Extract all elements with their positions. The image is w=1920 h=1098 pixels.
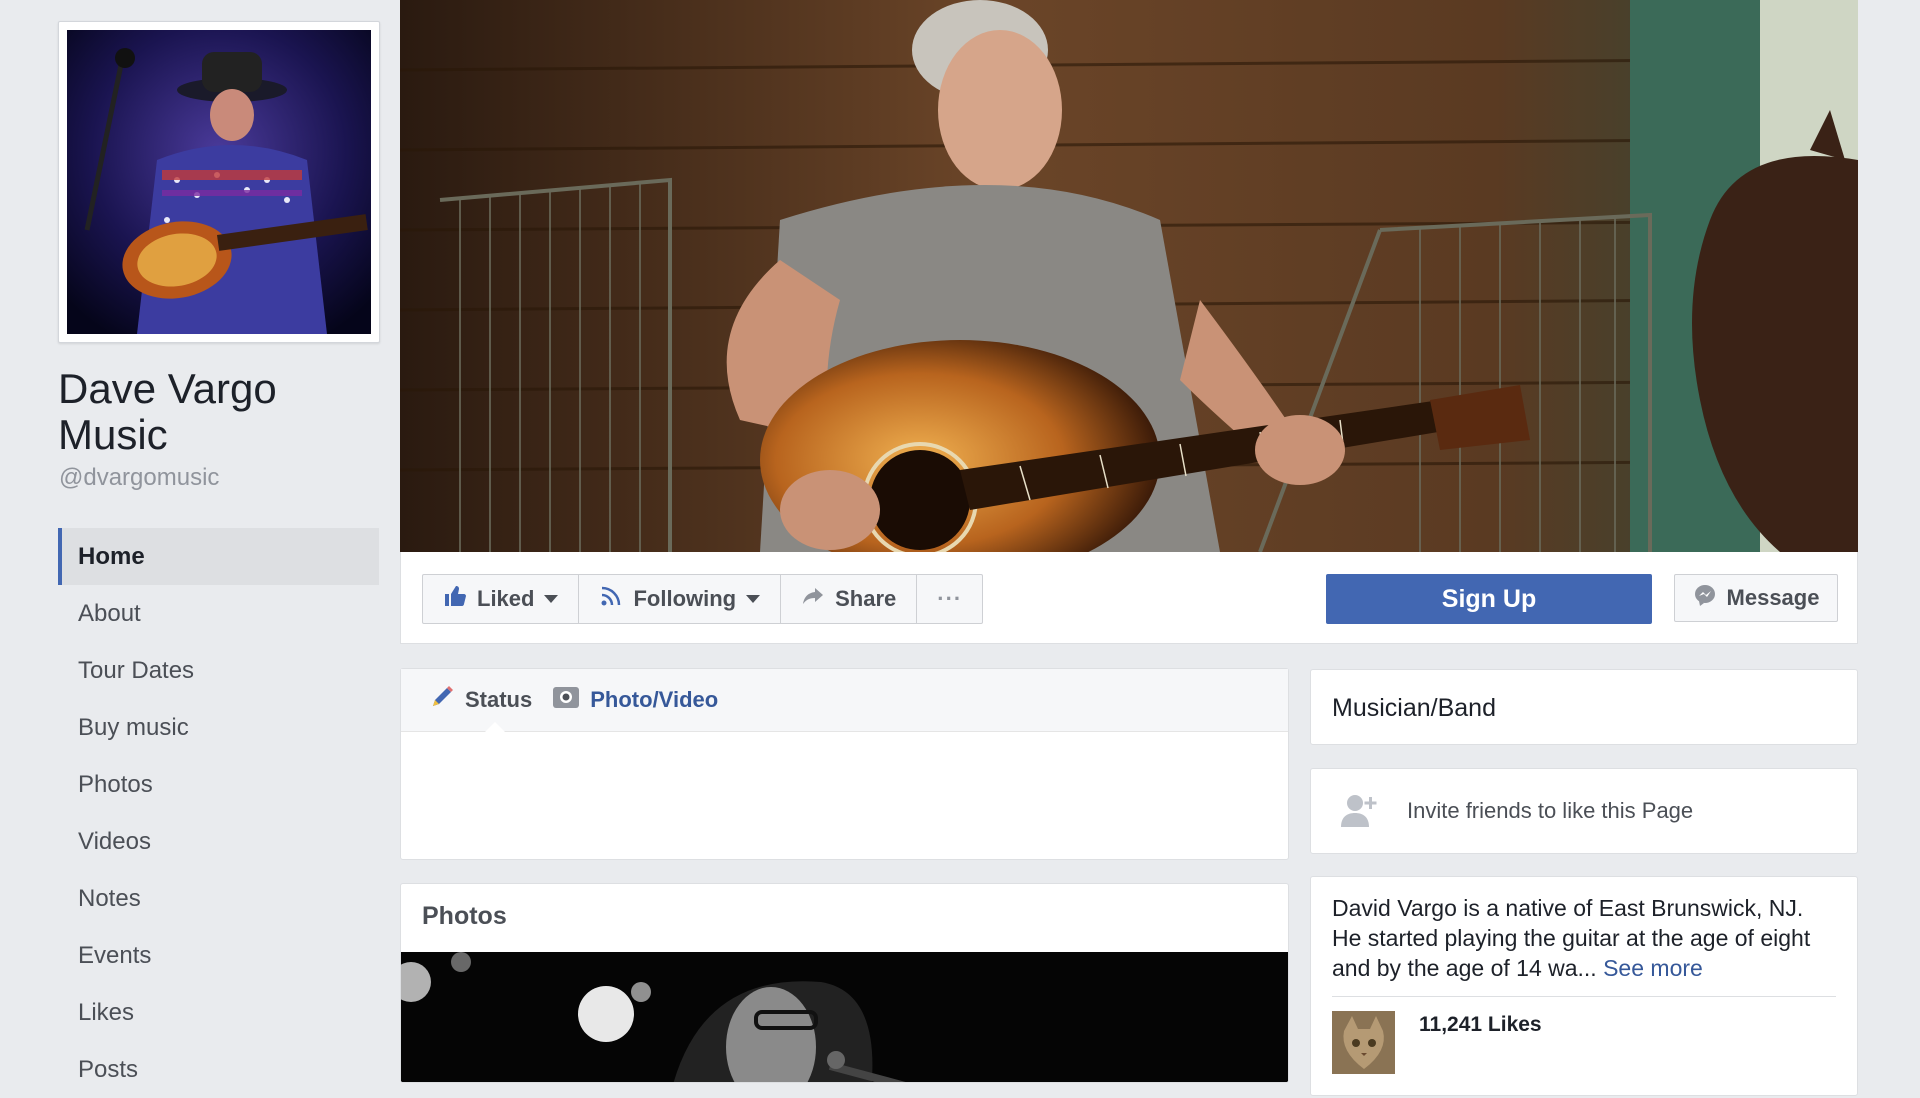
share-arrow-icon (801, 584, 825, 614)
profile-picture[interactable] (67, 30, 371, 334)
photos-section: Photos (400, 883, 1289, 1083)
chevron-down-icon (746, 595, 761, 603)
see-more-link[interactable]: See more (1603, 955, 1703, 981)
photos-preview-image[interactable] (401, 952, 1288, 1082)
photos-section-title[interactable]: Photos (422, 902, 507, 931)
invite-card[interactable]: Invite friends to like this Page (1310, 768, 1858, 854)
composer-tabs: Status Photo/Video (401, 669, 1288, 732)
messenger-icon (1693, 583, 1717, 613)
liked-label: Liked (477, 586, 535, 611)
sidebar-item-home[interactable]: Home (58, 528, 379, 585)
more-dots-icon: ··· (937, 586, 963, 611)
sidebar-nav: Home About Tour Dates Buy music Photos V… (58, 528, 379, 1098)
sidebar-item-photos[interactable]: Photos (58, 756, 379, 813)
sign-up-button[interactable]: Sign Up (1326, 574, 1652, 624)
page-category[interactable]: Musician/Band (1332, 694, 1496, 723)
camera-icon (552, 684, 580, 716)
likes-count: 11,241 Likes (1419, 1013, 1542, 1036)
sign-up-label: Sign Up (1441, 584, 1537, 613)
status-tab-label: Status (465, 687, 533, 712)
about-text: David Vargo is a native of East Brunswic… (1332, 895, 1811, 981)
sidebar-item-tour-dates[interactable]: Tour Dates (58, 642, 379, 699)
likes-thumbnail[interactable] (1332, 1011, 1395, 1074)
sidebar-item-posts[interactable]: Posts (58, 1041, 379, 1098)
message-label: Message (1726, 585, 1820, 610)
active-tab-indicator (485, 722, 505, 732)
about-description: David Vargo is a native of East Brunswic… (1332, 893, 1832, 983)
tab-photo-video[interactable]: Photo/Video (552, 684, 718, 716)
divider (1332, 996, 1836, 997)
sidebar-item-notes[interactable]: Notes (58, 870, 379, 927)
page-actions-group: Liked Following Share ··· (422, 574, 984, 624)
sidebar-item-events[interactable]: Events (58, 927, 379, 984)
add-friend-icon (1341, 793, 1379, 832)
thumbs-up-icon (443, 584, 467, 614)
pencil-icon (429, 684, 455, 716)
invite-friends-link[interactable]: Invite friends to like this Page (1407, 798, 1693, 824)
post-composer: Status Photo/Video (400, 668, 1289, 860)
share-button[interactable]: Share (781, 575, 918, 623)
sidebar-item-videos[interactable]: Videos (58, 813, 379, 870)
about-card: David Vargo is a native of East Brunswic… (1310, 876, 1858, 1096)
sidebar-item-about[interactable]: About (58, 585, 379, 642)
sidebar-item-buy-music[interactable]: Buy music (58, 699, 379, 756)
category-card: Musician/Band (1310, 669, 1858, 745)
photo-video-tab-label: Photo/Video (590, 687, 719, 712)
profile-picture-frame[interactable] (58, 21, 380, 343)
chevron-down-icon (544, 595, 559, 603)
liked-button[interactable]: Liked (423, 575, 580, 623)
message-button[interactable]: Message (1674, 574, 1838, 622)
page-title[interactable]: Dave Vargo Music (58, 366, 358, 458)
page-handle: @dvargomusic (59, 464, 220, 491)
rss-icon (599, 584, 623, 614)
share-label: Share (835, 586, 897, 611)
tab-status[interactable]: Status (429, 684, 532, 716)
more-button[interactable]: ··· (917, 575, 982, 623)
sidebar-item-likes[interactable]: Likes (58, 984, 379, 1041)
page-action-bar: Liked Following Share ··· Sign Up Messag… (400, 552, 1858, 644)
following-button[interactable]: Following (579, 575, 782, 623)
composer-input-area[interactable] (401, 732, 1288, 860)
cover-photo[interactable] (400, 0, 1858, 552)
following-label: Following (633, 586, 737, 611)
